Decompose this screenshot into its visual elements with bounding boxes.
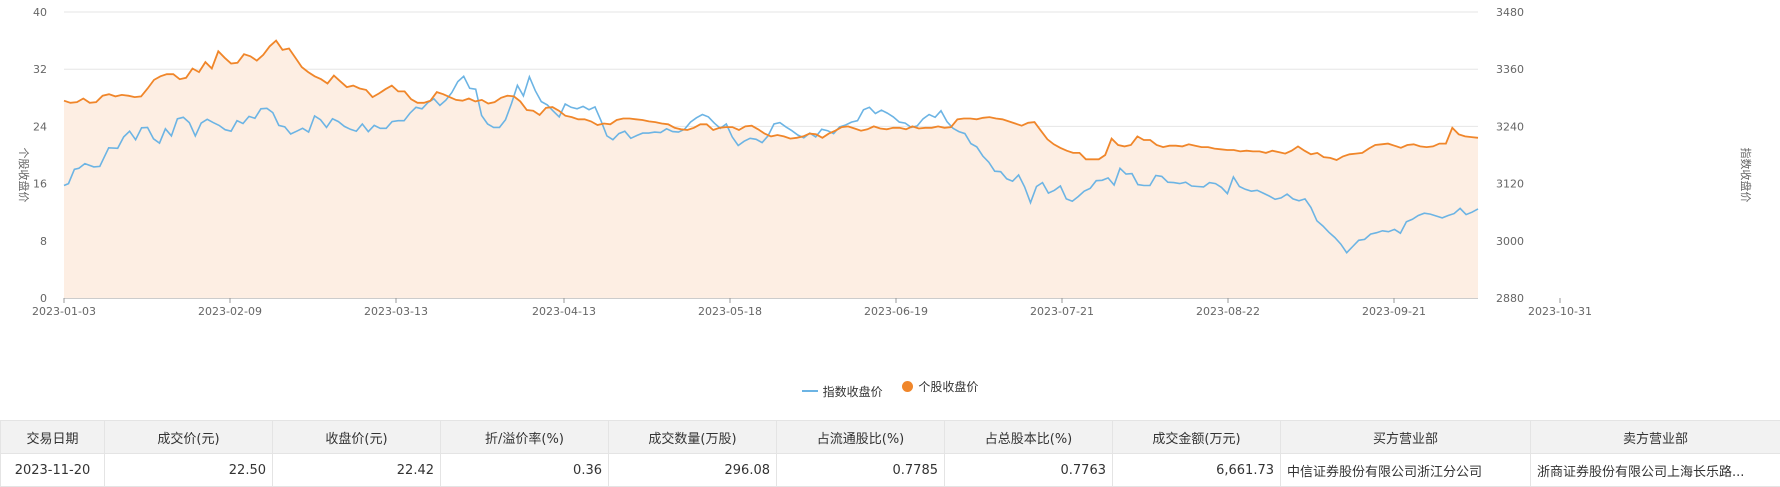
left-tick-label: 24 — [33, 120, 47, 133]
stock-area — [64, 41, 1478, 298]
cell-close-price: 22.42 — [273, 454, 441, 487]
cell-buyer[interactable]: 中信证券股份有限公司浙江分公司 — [1281, 454, 1531, 487]
right-tick-label: 3240 — [1496, 120, 1524, 133]
left-tick-label: 32 — [33, 63, 47, 76]
right-tick-label: 2880 — [1496, 292, 1524, 305]
legend-dot-icon — [902, 381, 913, 392]
x-tick-label: 2023-03-13 — [364, 305, 428, 318]
x-tick-label: 2023-01-03 — [32, 305, 96, 318]
line-chart: 08162432402880300031203240336034802023-0… — [0, 0, 1780, 370]
left-tick-label: 0 — [40, 292, 47, 305]
left-tick-label: 16 — [33, 178, 47, 191]
cell-volume: 296.08 — [609, 454, 777, 487]
area-fill — [64, 41, 1478, 298]
x-tick-label: 2023-08-22 — [1196, 305, 1260, 318]
header-trade-price[interactable]: 成交价(元) — [105, 421, 273, 454]
header-close-price[interactable]: 收盘价(元) — [273, 421, 441, 454]
header-total-ratio[interactable]: 占总股本比(%) — [945, 421, 1113, 454]
header-seller[interactable]: 卖方营业部 — [1531, 421, 1780, 454]
cell-trade-date: 2023-11-20 — [1, 454, 105, 487]
x-tick-label: 2023-09-21 — [1362, 305, 1426, 318]
header-trade-date[interactable]: 交易日期 — [1, 421, 105, 454]
left-tick-label: 40 — [33, 6, 47, 19]
x-tick-label: 2023-10-31 — [1528, 305, 1592, 318]
x-tick-label: 2023-04-13 — [532, 305, 596, 318]
x-tick-label: 2023-02-09 — [198, 305, 262, 318]
table-row: 2023-11-20 22.50 22.42 0.36 296.08 0.778… — [1, 454, 1780, 487]
x-tick-label: 2023-07-21 — [1030, 305, 1094, 318]
cell-seller[interactable]: 浙商证券股份有限公司上海长乐路... — [1531, 454, 1780, 487]
x-tick-label: 2023-06-19 — [864, 305, 928, 318]
cell-float-ratio: 0.7785 — [777, 454, 945, 487]
right-tick-label: 3480 — [1496, 6, 1524, 19]
legend-item-index[interactable]: 指数收盘价 — [802, 383, 883, 400]
right-axis-title: 指数收盘价 — [1739, 148, 1753, 203]
left-axis-title: 个股收盘价 — [17, 148, 31, 203]
header-volume[interactable]: 成交数量(万股) — [609, 421, 777, 454]
cell-trade-price: 22.50 — [105, 454, 273, 487]
x-tick-label: 2023-05-18 — [698, 305, 762, 318]
right-tick-label: 3360 — [1496, 63, 1524, 76]
header-float-ratio[interactable]: 占流通股比(%) — [777, 421, 945, 454]
legend-item-stock[interactable]: 个股收盘价 — [902, 378, 978, 395]
left-tick-label: 8 — [40, 235, 47, 248]
chart-legend: 指数收盘价 个股收盘价 — [0, 378, 1780, 400]
legend-line-icon — [802, 390, 818, 392]
right-tick-label: 3000 — [1496, 235, 1524, 248]
legend-label: 个股收盘价 — [918, 378, 978, 395]
cell-premium-rate: 0.36 — [441, 454, 609, 487]
legend-label: 指数收盘价 — [823, 383, 883, 400]
block-trade-table: 交易日期 成交价(元) 收盘价(元) 折/溢价率(%) 成交数量(万股) 占流通… — [0, 420, 1780, 487]
cell-total-ratio: 0.7763 — [945, 454, 1113, 487]
cell-amount: 6,661.73 — [1113, 454, 1281, 487]
header-amount[interactable]: 成交金额(万元) — [1113, 421, 1281, 454]
header-premium-rate[interactable]: 折/溢价率(%) — [441, 421, 609, 454]
table-header-row: 交易日期 成交价(元) 收盘价(元) 折/溢价率(%) 成交数量(万股) 占流通… — [1, 421, 1780, 454]
header-buyer[interactable]: 买方营业部 — [1281, 421, 1531, 454]
right-tick-label: 3120 — [1496, 178, 1524, 191]
